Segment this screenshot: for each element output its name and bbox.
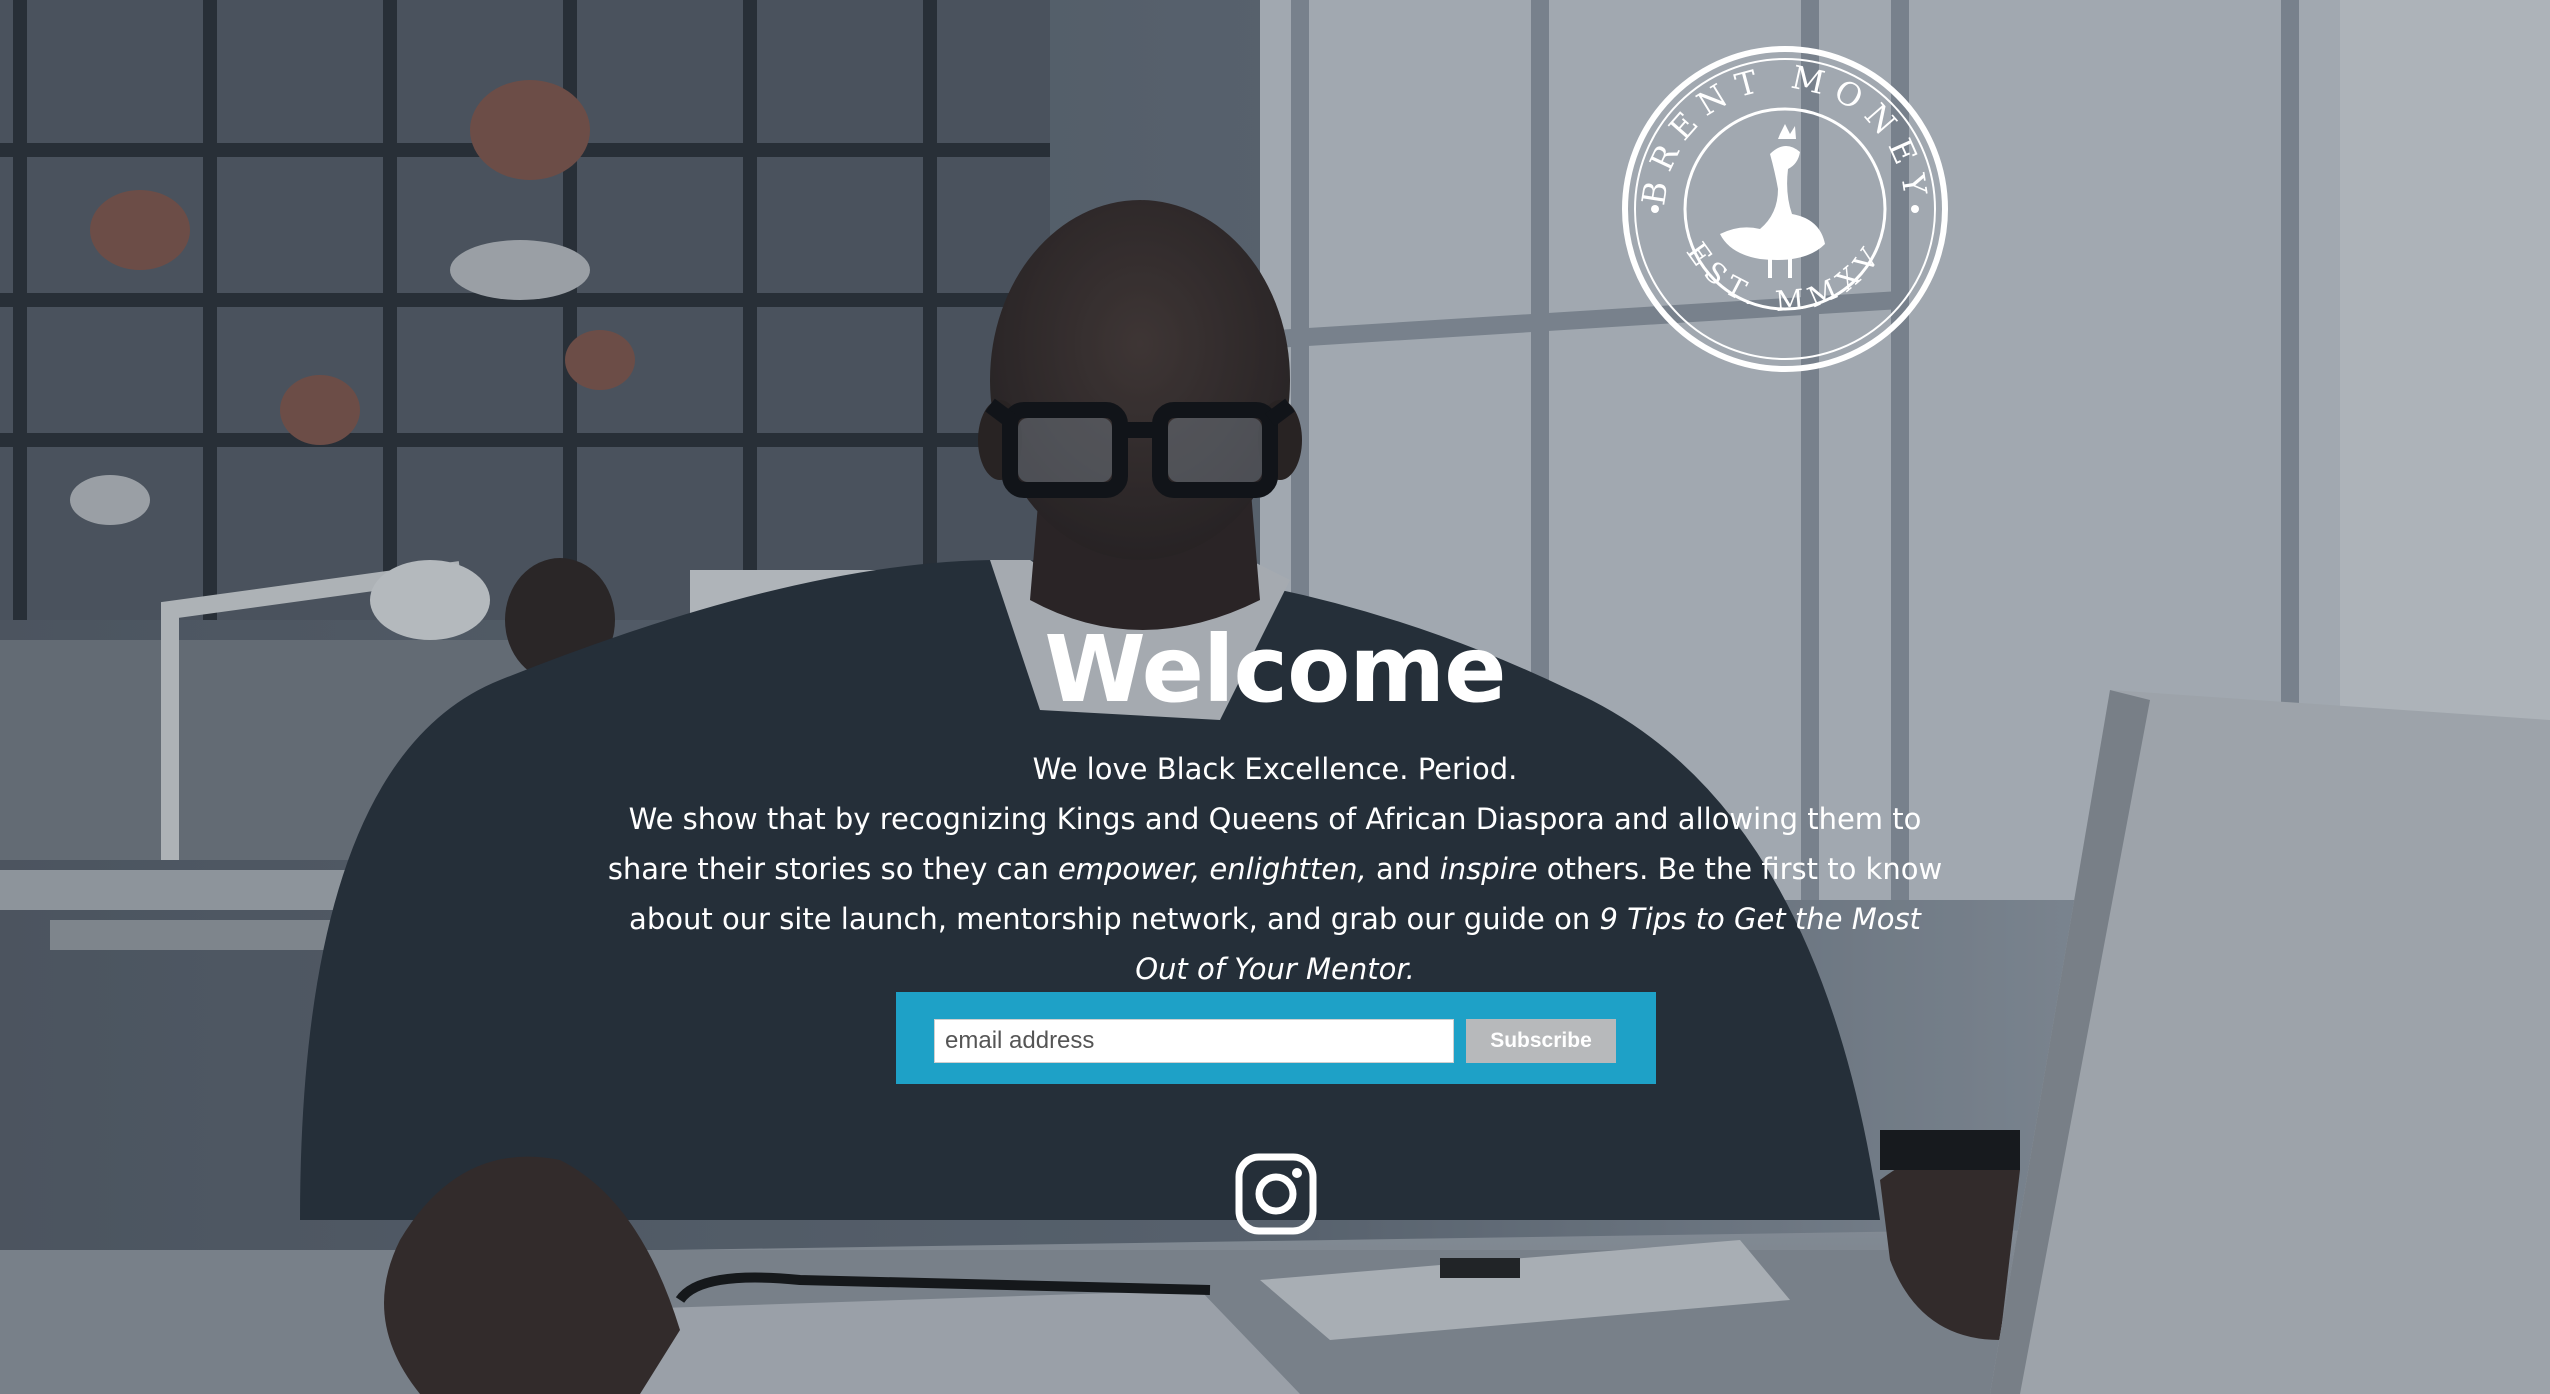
peacock-emblem-icon [1720,124,1825,278]
description-text-2: and [1366,852,1440,886]
landing-page: BRENT MONEY EST. MMXV Welcome We love Bl… [0,0,2550,1394]
description-emphasis-2: inspire [1439,852,1538,886]
hero-content: Welcome We love Black Excellence. Period… [560,610,1990,994]
tagline: We love Black Excellence. Period. [1032,752,1518,786]
subscribe-button[interactable]: Subscribe [1466,1019,1616,1063]
email-signup-form: Subscribe [896,992,1656,1084]
instagram-icon[interactable] [1234,1152,1318,1236]
brent-money-logo[interactable]: BRENT MONEY EST. MMXV [1620,44,1950,374]
email-field[interactable] [934,1019,1454,1063]
hero-description: We show that by recognizing Kings and Qu… [560,794,1990,994]
description-emphasis-1: empower, enlightten, [1057,852,1367,886]
page-title: Welcome [1044,616,1506,723]
